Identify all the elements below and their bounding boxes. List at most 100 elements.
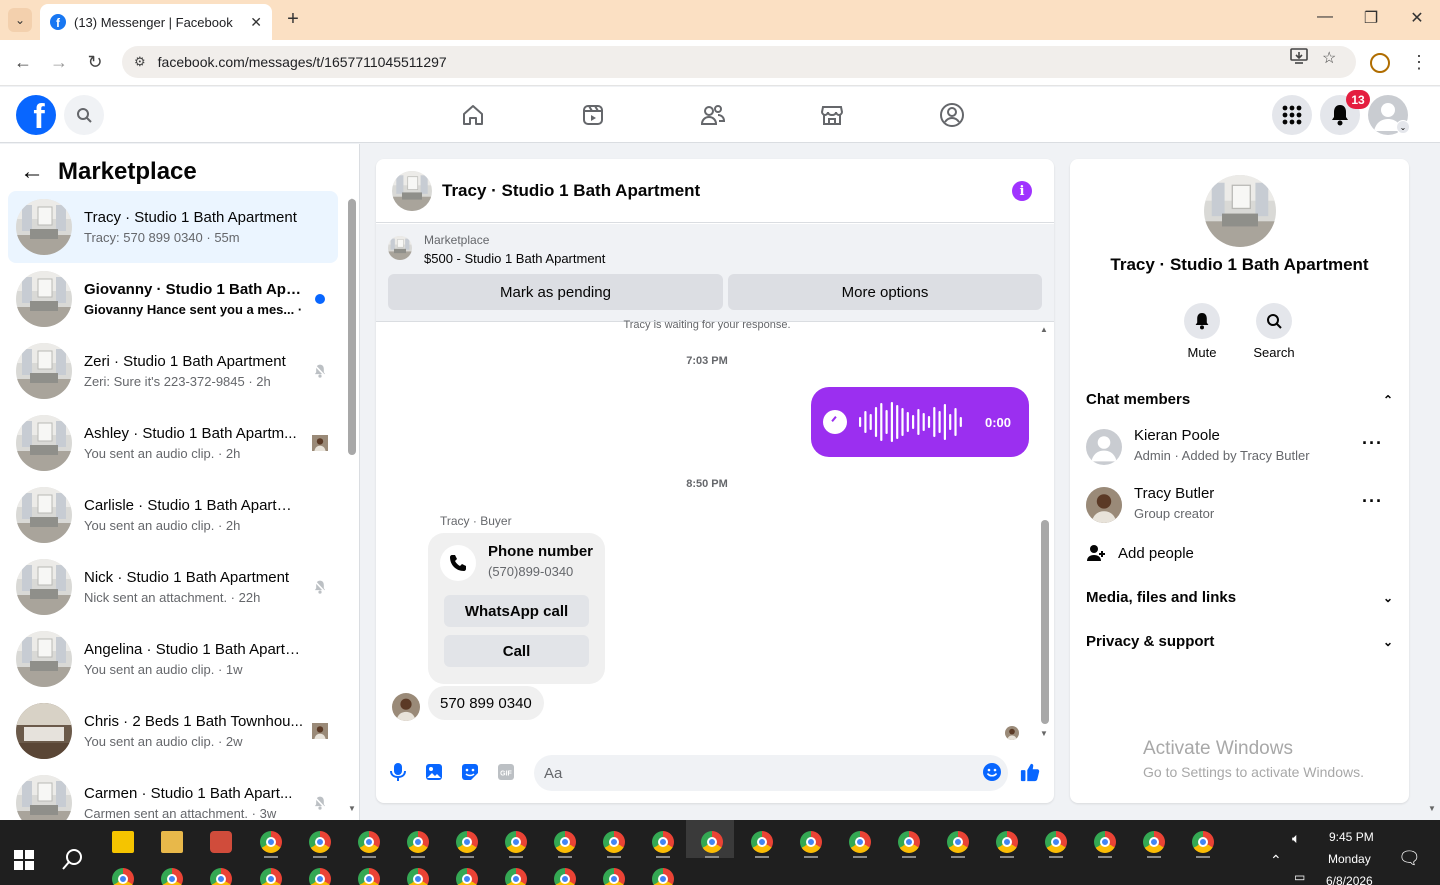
file-explorer-icon[interactable] bbox=[161, 831, 183, 853]
chrome-taskbar-icon[interactable] bbox=[407, 868, 429, 885]
windows-start-icon[interactable] bbox=[14, 850, 34, 870]
chrome-taskbar-icon[interactable] bbox=[652, 868, 674, 885]
chrome-taskbar-icon[interactable] bbox=[358, 831, 380, 853]
more-options-button[interactable]: More options bbox=[728, 274, 1042, 310]
volume-icon[interactable]: 🔈︎ bbox=[1292, 830, 1300, 847]
chrome-taskbar-icon[interactable] bbox=[358, 868, 380, 885]
back-arrow-icon[interactable]: ← bbox=[12, 52, 34, 73]
clock-day[interactable]: Monday bbox=[1328, 852, 1371, 866]
chrome-taskbar-icon[interactable] bbox=[161, 868, 183, 885]
listing-title[interactable]: $500 - Studio 1 Bath Apartment bbox=[424, 251, 605, 266]
privacy-support-toggle[interactable]: Privacy & support ⌄ bbox=[1086, 633, 1393, 650]
scroll-down-arrow-icon[interactable]: ▼ bbox=[348, 804, 356, 813]
chrome-taskbar-icon[interactable] bbox=[505, 831, 527, 853]
conversation-item[interactable]: Giovanny · Studio 1 Bath Apart... Giovann… bbox=[8, 263, 338, 335]
chrome-taskbar-icon[interactable] bbox=[947, 831, 969, 853]
chrome-taskbar-icon[interactable] bbox=[407, 831, 429, 853]
chrome-taskbar-icon[interactable] bbox=[112, 868, 134, 885]
conversation-item[interactable]: Carlisle · Studio 1 Bath Apartment You se… bbox=[8, 479, 338, 551]
chrome-taskbar-icon[interactable] bbox=[456, 868, 478, 885]
conversation-item[interactable]: Carmen · Studio 1 Bath Apart... Carmen se… bbox=[8, 767, 338, 820]
info-icon[interactable]: i bbox=[1012, 181, 1032, 201]
conversation-item[interactable]: Chris · 2 Beds 1 Bath Townhou... You sent… bbox=[8, 695, 338, 767]
chrome-taskbar-icon[interactable] bbox=[849, 831, 871, 853]
sidebar-scrollbar[interactable] bbox=[348, 199, 356, 455]
chat-title[interactable]: Tracy · Studio 1 Bath Apartment bbox=[442, 181, 700, 201]
chrome-taskbar-icon[interactable] bbox=[1143, 831, 1165, 853]
member-row[interactable]: Kieran Poole Admin · Added by Tracy Butl… bbox=[1086, 427, 1393, 467]
home-nav-icon[interactable] bbox=[459, 101, 487, 129]
chat-members-section-toggle[interactable]: Chat members ⌃ bbox=[1086, 391, 1393, 408]
page-scroll-down-arrow-icon[interactable]: ▼ bbox=[1428, 804, 1436, 813]
network-icon[interactable]: ▭ bbox=[1294, 870, 1305, 884]
message-bubble[interactable]: 570 899 0340 bbox=[428, 686, 544, 720]
scroll-down-arrow-icon[interactable]: ▼ bbox=[1040, 729, 1048, 738]
bookmark-star-icon[interactable]: ☆ bbox=[1322, 48, 1336, 68]
reload-icon[interactable]: ↻ bbox=[84, 52, 106, 73]
sender-avatar[interactable] bbox=[392, 693, 420, 721]
window-close-icon[interactable]: ✕ bbox=[1404, 8, 1430, 28]
chrome-taskbar-icon[interactable] bbox=[456, 831, 478, 853]
gif-icon[interactable]: GIF bbox=[496, 762, 516, 782]
new-tab-icon[interactable]: + bbox=[282, 8, 304, 30]
video-nav-icon[interactable] bbox=[579, 101, 607, 129]
member-row[interactable]: Tracy Butler Group creator ··· bbox=[1086, 485, 1393, 525]
facebook-search-button[interactable] bbox=[64, 95, 104, 135]
show-hidden-icons-chevron-icon[interactable]: ⌃ bbox=[1270, 852, 1282, 869]
photo-icon[interactable] bbox=[424, 762, 444, 782]
conversation-item[interactable]: Tracy · Studio 1 Bath Apartment Tracy: 57… bbox=[8, 191, 338, 263]
notification-center-icon[interactable]: 🗨︎ bbox=[1398, 848, 1421, 869]
chrome-taskbar-icon[interactable] bbox=[603, 868, 625, 885]
chrome-taskbar-icon[interactable] bbox=[309, 831, 331, 853]
marketplace-nav-icon[interactable] bbox=[818, 101, 846, 129]
clock-date[interactable]: 6/8/2026 bbox=[1326, 874, 1373, 885]
media-files-links-toggle[interactable]: Media, files and links ⌄ bbox=[1086, 589, 1393, 606]
tab-search-chevron-icon[interactable]: ⌄ bbox=[8, 8, 32, 32]
chrome-taskbar-icon[interactable] bbox=[554, 831, 576, 853]
menu-grid-button[interactable] bbox=[1272, 95, 1312, 135]
play-icon[interactable] bbox=[823, 410, 847, 434]
message-input[interactable] bbox=[534, 755, 1008, 791]
forward-arrow-icon[interactable]: → bbox=[48, 52, 70, 73]
listing-large-thumbnail[interactable] bbox=[1204, 175, 1276, 247]
taskbar-search-icon[interactable] bbox=[60, 846, 86, 872]
conversation-item[interactable]: Nick · Studio 1 Bath Apartment Nick sent … bbox=[8, 551, 338, 623]
gaming-nav-icon[interactable] bbox=[938, 101, 966, 129]
whatsapp-call-button[interactable]: WhatsApp call bbox=[444, 595, 589, 627]
chrome-taskbar-icon[interactable] bbox=[652, 831, 674, 853]
chrome-taskbar-icon[interactable] bbox=[1045, 831, 1067, 853]
chrome-taskbar-icon[interactable] bbox=[554, 868, 576, 885]
site-info-icon[interactable]: ⚙ bbox=[134, 54, 146, 70]
conversation-item[interactable]: Ashley · Studio 1 Bath Apartm... You sent… bbox=[8, 407, 338, 479]
chrome-taskbar-icon[interactable] bbox=[898, 831, 920, 853]
chrome-taskbar-icon[interactable] bbox=[751, 831, 773, 853]
chrome-taskbar-icon[interactable] bbox=[505, 868, 527, 885]
conversation-item[interactable]: Zeri · Studio 1 Bath Apartment Zeri: Sure… bbox=[8, 335, 338, 407]
scroll-up-arrow-icon[interactable]: ▲ bbox=[1040, 325, 1048, 334]
mute-button[interactable]: Mute bbox=[1172, 303, 1232, 360]
microphone-icon[interactable] bbox=[388, 762, 408, 782]
tab-close-icon[interactable]: ✕ bbox=[250, 14, 262, 31]
conversation-item[interactable]: Angelina · Studio 1 Bath Apartm... You se… bbox=[8, 623, 338, 695]
chrome-taskbar-icon[interactable] bbox=[210, 868, 232, 885]
browser-tab[interactable]: f (13) Messenger | Facebook ✕ bbox=[40, 4, 272, 40]
chrome-taskbar-icon[interactable] bbox=[260, 831, 282, 853]
chrome-taskbar-icon[interactable] bbox=[1094, 831, 1116, 853]
chrome-taskbar-icon[interactable] bbox=[603, 831, 625, 853]
chrome-taskbar-icon[interactable] bbox=[996, 831, 1018, 853]
clock-time[interactable]: 9:45 PM bbox=[1329, 830, 1374, 844]
add-people-button[interactable]: Add people bbox=[1086, 543, 1194, 563]
account-chevron-icon[interactable]: ⌄ bbox=[1396, 120, 1410, 134]
minimize-icon[interactable]: — bbox=[1312, 8, 1338, 26]
more-options-icon[interactable]: ··· bbox=[1362, 433, 1383, 454]
chrome-taskbar-icon[interactable] bbox=[260, 868, 282, 885]
search-in-conversation-button[interactable]: Search bbox=[1244, 303, 1304, 360]
install-app-icon[interactable] bbox=[1290, 48, 1308, 69]
friends-nav-icon[interactable] bbox=[699, 101, 727, 129]
call-button[interactable]: Call bbox=[444, 635, 589, 667]
more-options-icon[interactable]: ··· bbox=[1362, 491, 1383, 512]
chat-scrollbar[interactable] bbox=[1041, 520, 1049, 724]
thumbs-up-icon[interactable] bbox=[1020, 762, 1040, 782]
chrome-taskbar-icon[interactable] bbox=[701, 831, 723, 853]
address-bar[interactable]: ⚙ facebook.com/messages/t/16577110455112… bbox=[122, 46, 1356, 78]
